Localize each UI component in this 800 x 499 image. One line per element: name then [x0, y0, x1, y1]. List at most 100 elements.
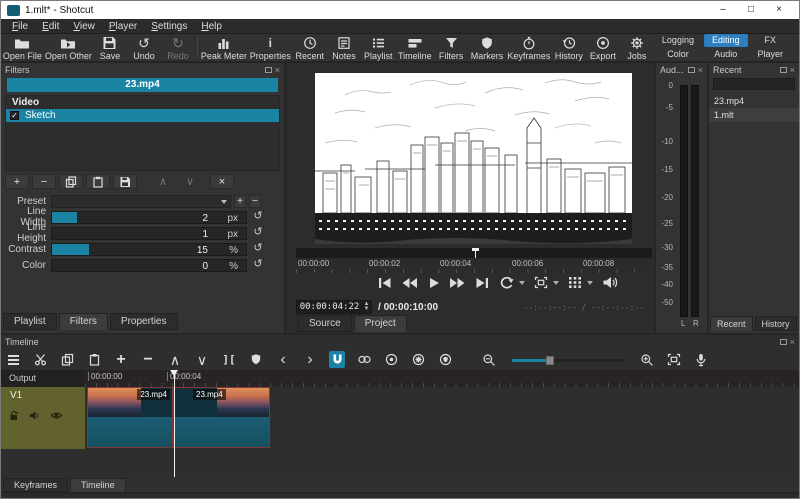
- add-filter-button[interactable]: +: [5, 174, 29, 189]
- notes-button[interactable]: Notes: [327, 34, 361, 61]
- timeline-clip[interactable]: 23.mp4: [173, 387, 270, 448]
- layout-fx[interactable]: FX: [750, 34, 792, 47]
- tab-source[interactable]: Source: [298, 315, 352, 332]
- lock-track-icon[interactable]: [9, 408, 20, 426]
- delete-preset-button[interactable]: −: [249, 194, 261, 208]
- close-panel-icon[interactable]: ×: [790, 65, 795, 74]
- ripple-all-tracks-toggle[interactable]: [410, 351, 426, 368]
- tab-history[interactable]: History: [754, 316, 797, 331]
- float-panel-icon[interactable]: [779, 338, 787, 345]
- tab-filters[interactable]: Filters: [58, 313, 108, 330]
- timeline-menu-button[interactable]: [5, 351, 21, 368]
- close-panel-icon[interactable]: ×: [790, 337, 795, 346]
- ripple-toggle[interactable]: [383, 351, 399, 368]
- recent-search-input[interactable]: [713, 78, 795, 90]
- layout-color[interactable]: Color: [654, 48, 702, 61]
- previous-marker-button[interactable]: ‹: [275, 351, 291, 368]
- move-filter-up-button[interactable]: ∧: [151, 174, 175, 189]
- preset-combobox[interactable]: [51, 194, 231, 208]
- grid-button[interactable]: [568, 276, 582, 289]
- chevron-down-icon[interactable]: [552, 280, 559, 285]
- skip-next-button[interactable]: [475, 277, 490, 289]
- hide-track-icon[interactable]: [50, 408, 63, 426]
- reset-icon[interactable]: ↺: [251, 258, 265, 272]
- layout-logging[interactable]: Logging: [654, 34, 702, 47]
- paste-button[interactable]: [86, 351, 102, 368]
- contrast-slider[interactable]: 15 %: [51, 242, 247, 256]
- layout-editing[interactable]: Editing: [703, 34, 748, 47]
- peak-meter-button[interactable]: Peak Meter: [200, 34, 248, 61]
- split-button[interactable]: ][: [221, 351, 237, 368]
- line-width-slider[interactable]: 2 px: [51, 210, 247, 224]
- scrub-while-dragging-toggle[interactable]: [356, 351, 372, 368]
- properties-button[interactable]: i Properties: [248, 34, 292, 61]
- minimize-button[interactable]: –: [709, 1, 737, 19]
- markers-button[interactable]: Markers: [468, 34, 506, 61]
- loop-button[interactable]: [499, 276, 514, 289]
- spinner-arrows-icon[interactable]: ▲ ▼: [362, 301, 371, 313]
- recent-item[interactable]: 23.mp4: [709, 94, 799, 108]
- tab-recent[interactable]: Recent: [710, 316, 753, 331]
- tab-timeline[interactable]: Timeline: [70, 478, 126, 492]
- output-track-header[interactable]: Output: [1, 370, 85, 387]
- append-button[interactable]: +: [113, 351, 129, 368]
- menu-help[interactable]: Help: [194, 21, 229, 32]
- next-marker-button[interactable]: ›: [302, 351, 318, 368]
- menu-edit[interactable]: Edit: [35, 21, 66, 32]
- player-time-ruler[interactable]: 00:00:00 00:00:02 00:00:04 00:00:06 00:0…: [296, 258, 652, 273]
- open-other-button[interactable]: Open Other: [44, 34, 93, 61]
- play-button[interactable]: [427, 277, 440, 289]
- zoom-fit-timeline-button[interactable]: [666, 351, 682, 368]
- player-scrubber[interactable]: [296, 248, 652, 258]
- recent-item[interactable]: 1.mlt: [709, 108, 799, 122]
- tab-properties[interactable]: Properties: [109, 313, 178, 330]
- lift-button[interactable]: ∧: [167, 351, 183, 368]
- recent-button[interactable]: Recent: [293, 34, 328, 61]
- maximize-button[interactable]: □: [737, 1, 765, 19]
- slider-thumb[interactable]: [546, 355, 554, 365]
- timeline-playhead[interactable]: [174, 371, 175, 477]
- reset-icon[interactable]: ↺: [251, 210, 265, 224]
- mute-track-icon[interactable]: [29, 408, 41, 426]
- menu-file[interactable]: File: [5, 21, 35, 32]
- snap-toggle[interactable]: [329, 351, 345, 368]
- reset-icon[interactable]: ↺: [251, 226, 265, 240]
- layout-audio[interactable]: Audio: [704, 48, 748, 61]
- timeline-zoom-slider[interactable]: [512, 355, 624, 365]
- timeline-button[interactable]: Timeline: [396, 34, 435, 61]
- filters-button[interactable]: Filters: [434, 34, 468, 61]
- deselect-filter-button[interactable]: ×: [210, 174, 234, 189]
- remove-filter-button[interactable]: −: [32, 174, 56, 189]
- cut-button[interactable]: [32, 351, 48, 368]
- close-panel-icon[interactable]: ×: [275, 65, 280, 74]
- open-file-button[interactable]: Open File: [1, 34, 44, 61]
- rewind-button[interactable]: [401, 277, 418, 289]
- close-button[interactable]: ×: [765, 1, 793, 19]
- save-button[interactable]: Save: [93, 34, 127, 61]
- history-button[interactable]: History: [552, 34, 586, 61]
- undo-button[interactable]: ↺ Undo: [127, 34, 161, 61]
- position-timecode-spinner[interactable]: 00:00:04:22 ▲ ▼: [296, 300, 372, 314]
- skip-previous-button[interactable]: [377, 277, 392, 289]
- tab-playlist[interactable]: Playlist: [3, 313, 57, 330]
- player-playhead[interactable]: [472, 248, 479, 258]
- playhead-pin-icon[interactable]: [170, 370, 178, 376]
- reset-icon[interactable]: ↺: [251, 242, 265, 256]
- fast-forward-button[interactable]: [449, 277, 466, 289]
- tab-keyframes[interactable]: Keyframes: [3, 478, 69, 492]
- save-filter-set-button[interactable]: [113, 174, 137, 189]
- jobs-button[interactable]: Jobs: [620, 34, 654, 61]
- line-height-slider[interactable]: 1 px: [51, 226, 247, 240]
- marker-button[interactable]: [248, 351, 264, 368]
- layout-player[interactable]: Player: [750, 48, 792, 61]
- chevron-down-icon[interactable]: [518, 280, 525, 285]
- record-audio-button[interactable]: [693, 351, 709, 368]
- filter-enabled-checkbox[interactable]: ✓: [10, 111, 19, 120]
- overwrite-button[interactable]: ∨: [194, 351, 210, 368]
- paste-filter-button[interactable]: [86, 174, 110, 189]
- volume-button[interactable]: [602, 276, 619, 289]
- chevron-down-icon[interactable]: [586, 280, 593, 285]
- zoom-fit-button[interactable]: [534, 276, 548, 289]
- menu-settings[interactable]: Settings: [144, 21, 194, 32]
- zoom-out-button[interactable]: [481, 351, 497, 368]
